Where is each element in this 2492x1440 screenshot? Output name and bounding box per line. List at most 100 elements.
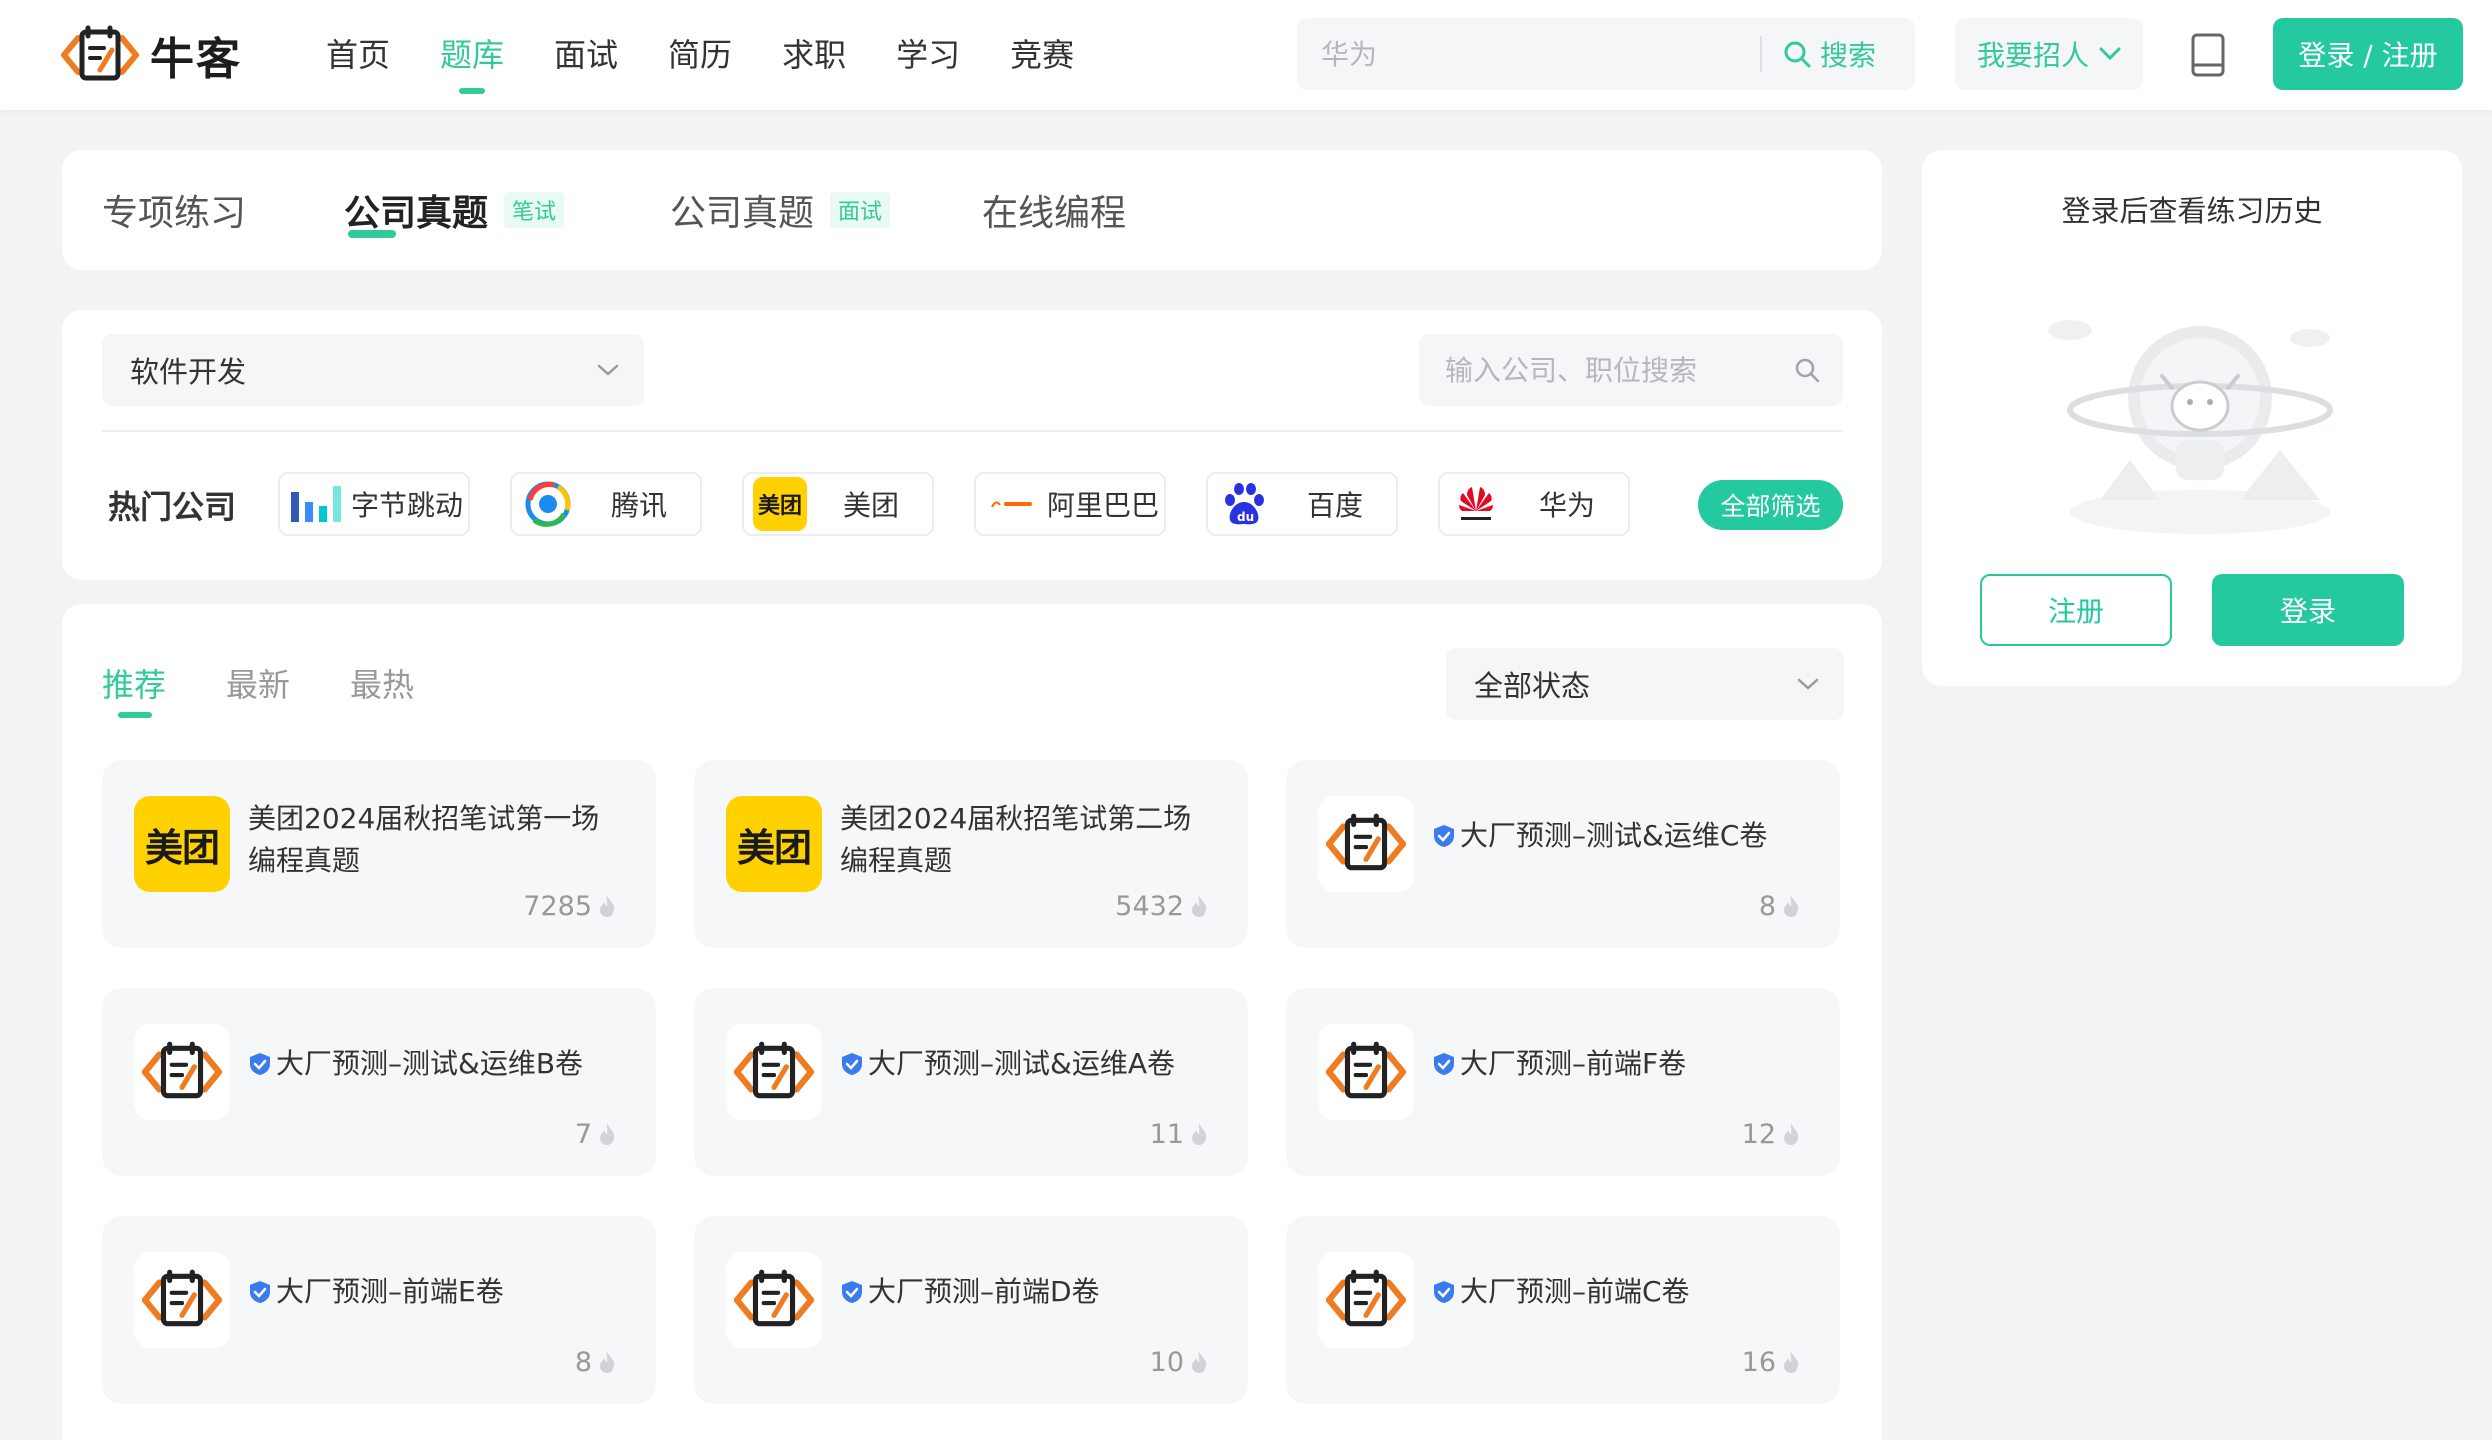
fire-icon xyxy=(1784,1123,1799,1145)
alibaba-logo-icon xyxy=(982,477,1042,531)
tab-label: 专项练习 xyxy=(102,193,247,234)
meituan-logo-icon: 美团 xyxy=(134,796,230,892)
logo-text: 牛客 xyxy=(150,34,242,85)
company-search-input[interactable] xyxy=(1419,334,1779,406)
tab-label: 公司真题 xyxy=(344,193,489,234)
nowcoder-logo-icon xyxy=(134,1024,230,1120)
nowcoder-logo-icon xyxy=(134,1252,230,1348)
paper-card[interactable]: 大厂预测–前端C卷 16 xyxy=(1286,1216,1840,1404)
company-name: 字节跳动 xyxy=(350,489,463,522)
company-huawei[interactable]: 华为 xyxy=(1438,472,1630,536)
company-name: 美团 xyxy=(842,489,899,522)
paper-hot-count: 12 xyxy=(1741,1119,1776,1150)
tab-badge: 笔试 xyxy=(504,192,565,228)
paper-hot-count: 16 xyxy=(1741,1347,1776,1378)
nowcoder-logo-icon xyxy=(1318,796,1414,892)
nav-question-bank[interactable]: 题库 xyxy=(440,0,504,110)
all-filter-button[interactable]: 全部筛选 xyxy=(1698,480,1843,530)
company-meituan[interactable]: 美团 美团 xyxy=(742,472,934,536)
nav-learn[interactable]: 学习 xyxy=(896,0,960,110)
top-navbar: 牛客 首页 题库 面试 简历 求职 学习 竞赛 搜索 我要招人 登录 / 注册 xyxy=(0,0,2492,110)
filter-card: 软件开发 热门公司 字节跳动 xyxy=(62,310,1882,580)
sort-tab-hottest[interactable]: 最热 xyxy=(350,660,414,706)
verified-shield-icon xyxy=(250,1281,270,1303)
paper-list-card: 推荐 最新 最热 全部状态 美团 美团2024届秋招笔试第一场 编程真题 728… xyxy=(62,604,1882,1440)
paper-title-line: 美团2024届秋招笔试第二场 xyxy=(840,802,1192,835)
mobile-app-icon[interactable] xyxy=(2190,32,2226,78)
recruit-dropdown[interactable]: 我要招人 xyxy=(1955,18,2143,90)
paper-title-line: 编程真题 xyxy=(840,844,953,877)
nowcoder-logo-icon xyxy=(1318,1024,1414,1120)
paper-hot-count: 11 xyxy=(1149,1119,1184,1150)
company-name: 阿里巴巴 xyxy=(1046,489,1159,522)
paper-card[interactable]: 美团 美团2024届秋招笔试第一场 编程真题 7285 xyxy=(102,760,656,948)
paper-title-line: 美团2024届秋招笔试第一场 xyxy=(248,802,600,835)
company-name: 百度 xyxy=(1306,489,1363,522)
nav-home[interactable]: 首页 xyxy=(326,0,390,110)
category-select-value: 软件开发 xyxy=(130,355,247,389)
paper-card[interactable]: 大厂预测–前端E卷 8 xyxy=(102,1216,656,1404)
paper-title-text: 大厂预测–测试&运维C卷 xyxy=(1460,819,1768,852)
active-sort-indicator xyxy=(118,712,152,718)
paper-title-text: 大厂预测–测试&运维B卷 xyxy=(276,1047,584,1080)
company-bytedance[interactable]: 字节跳动 xyxy=(278,472,470,536)
verified-shield-icon xyxy=(1434,825,1454,847)
company-name: 腾讯 xyxy=(610,489,667,522)
practice-history-card: 登录后查看练习历史 注册 登录 xyxy=(1922,150,2462,686)
paper-hot-count: 8 xyxy=(1758,891,1776,922)
login-button[interactable]: 登录 xyxy=(2212,574,2404,646)
tab-online-coding[interactable]: 在线编程 xyxy=(982,150,1126,270)
company-search xyxy=(1419,334,1843,406)
paper-title-text: 大厂预测–前端E卷 xyxy=(276,1275,504,1308)
nav-interview[interactable]: 面试 xyxy=(554,0,618,110)
paper-title-text: 大厂预测–前端C卷 xyxy=(1460,1275,1690,1308)
paper-title: 大厂预测–测试&运维A卷 xyxy=(840,1043,1210,1085)
verified-shield-icon xyxy=(250,1053,270,1075)
search-button[interactable]: 搜索 xyxy=(1782,18,1876,90)
svg-text:du: du xyxy=(1237,510,1254,524)
sort-tab-latest[interactable]: 最新 xyxy=(226,660,290,706)
huawei-logo-icon xyxy=(1446,477,1506,531)
nav-resume[interactable]: 简历 xyxy=(668,0,732,110)
tencent-logo-icon xyxy=(518,477,578,531)
meituan-logo-icon: 美团 xyxy=(750,477,810,531)
paper-title: 大厂预测–测试&运维C卷 xyxy=(1432,815,1802,857)
chevron-down-icon xyxy=(597,364,619,376)
global-search-input[interactable] xyxy=(1297,18,1757,90)
sort-tab-recommended[interactable]: 推荐 xyxy=(102,660,166,706)
fire-icon xyxy=(1192,1123,1207,1145)
paper-title: 大厂预测–前端F卷 xyxy=(1432,1043,1802,1085)
nav-jobs[interactable]: 求职 xyxy=(782,0,846,110)
tab-topic-practice[interactable]: 专项练习 xyxy=(102,150,246,270)
global-search: 搜索 xyxy=(1297,18,1915,90)
paper-title-text: 大厂预测–测试&运维A卷 xyxy=(868,1047,1175,1080)
tab-badge: 面试 xyxy=(830,192,891,228)
login-register-button[interactable]: 登录 / 注册 xyxy=(2273,18,2463,90)
search-icon[interactable] xyxy=(1793,356,1821,384)
paper-hot-count: 7 xyxy=(574,1119,592,1150)
paper-title: 大厂预测–前端E卷 xyxy=(248,1271,618,1313)
register-button[interactable]: 注册 xyxy=(1980,574,2172,646)
paper-title: 美团2024届秋招笔试第一场 编程真题 xyxy=(248,798,618,882)
nav-contest[interactable]: 竞赛 xyxy=(1010,0,1074,110)
paper-card[interactable]: 美团 美团2024届秋招笔试第二场 编程真题 5432 xyxy=(694,760,1248,948)
company-baidu[interactable]: du 百度 xyxy=(1206,472,1398,536)
paper-card[interactable]: 大厂预测–测试&运维B卷 7 xyxy=(102,988,656,1176)
nowcoder-logo-icon xyxy=(61,25,139,81)
status-select[interactable]: 全部状态 xyxy=(1446,648,1844,720)
company-alibaba[interactable]: 阿里巴巴 xyxy=(974,472,1166,536)
tab-company-written[interactable]: 公司真题 笔试 xyxy=(344,150,565,270)
fire-icon xyxy=(1784,895,1799,917)
company-tencent[interactable]: 腾讯 xyxy=(510,472,702,536)
divider xyxy=(102,430,1843,432)
status-select-value: 全部状态 xyxy=(1474,669,1591,703)
bytedance-logo-icon xyxy=(286,477,346,531)
tab-company-interview[interactable]: 公司真题 面试 xyxy=(670,150,891,270)
paper-card[interactable]: 大厂预测–前端F卷 12 xyxy=(1286,988,1840,1176)
paper-card[interactable]: 大厂预测–测试&运维A卷 11 xyxy=(694,988,1248,1176)
category-select[interactable]: 软件开发 xyxy=(102,334,644,406)
site-logo[interactable]: 牛客 xyxy=(60,20,242,90)
fire-icon xyxy=(600,895,615,917)
paper-card[interactable]: 大厂预测–前端D卷 10 xyxy=(694,1216,1248,1404)
paper-card[interactable]: 大厂预测–测试&运维C卷 8 xyxy=(1286,760,1840,948)
